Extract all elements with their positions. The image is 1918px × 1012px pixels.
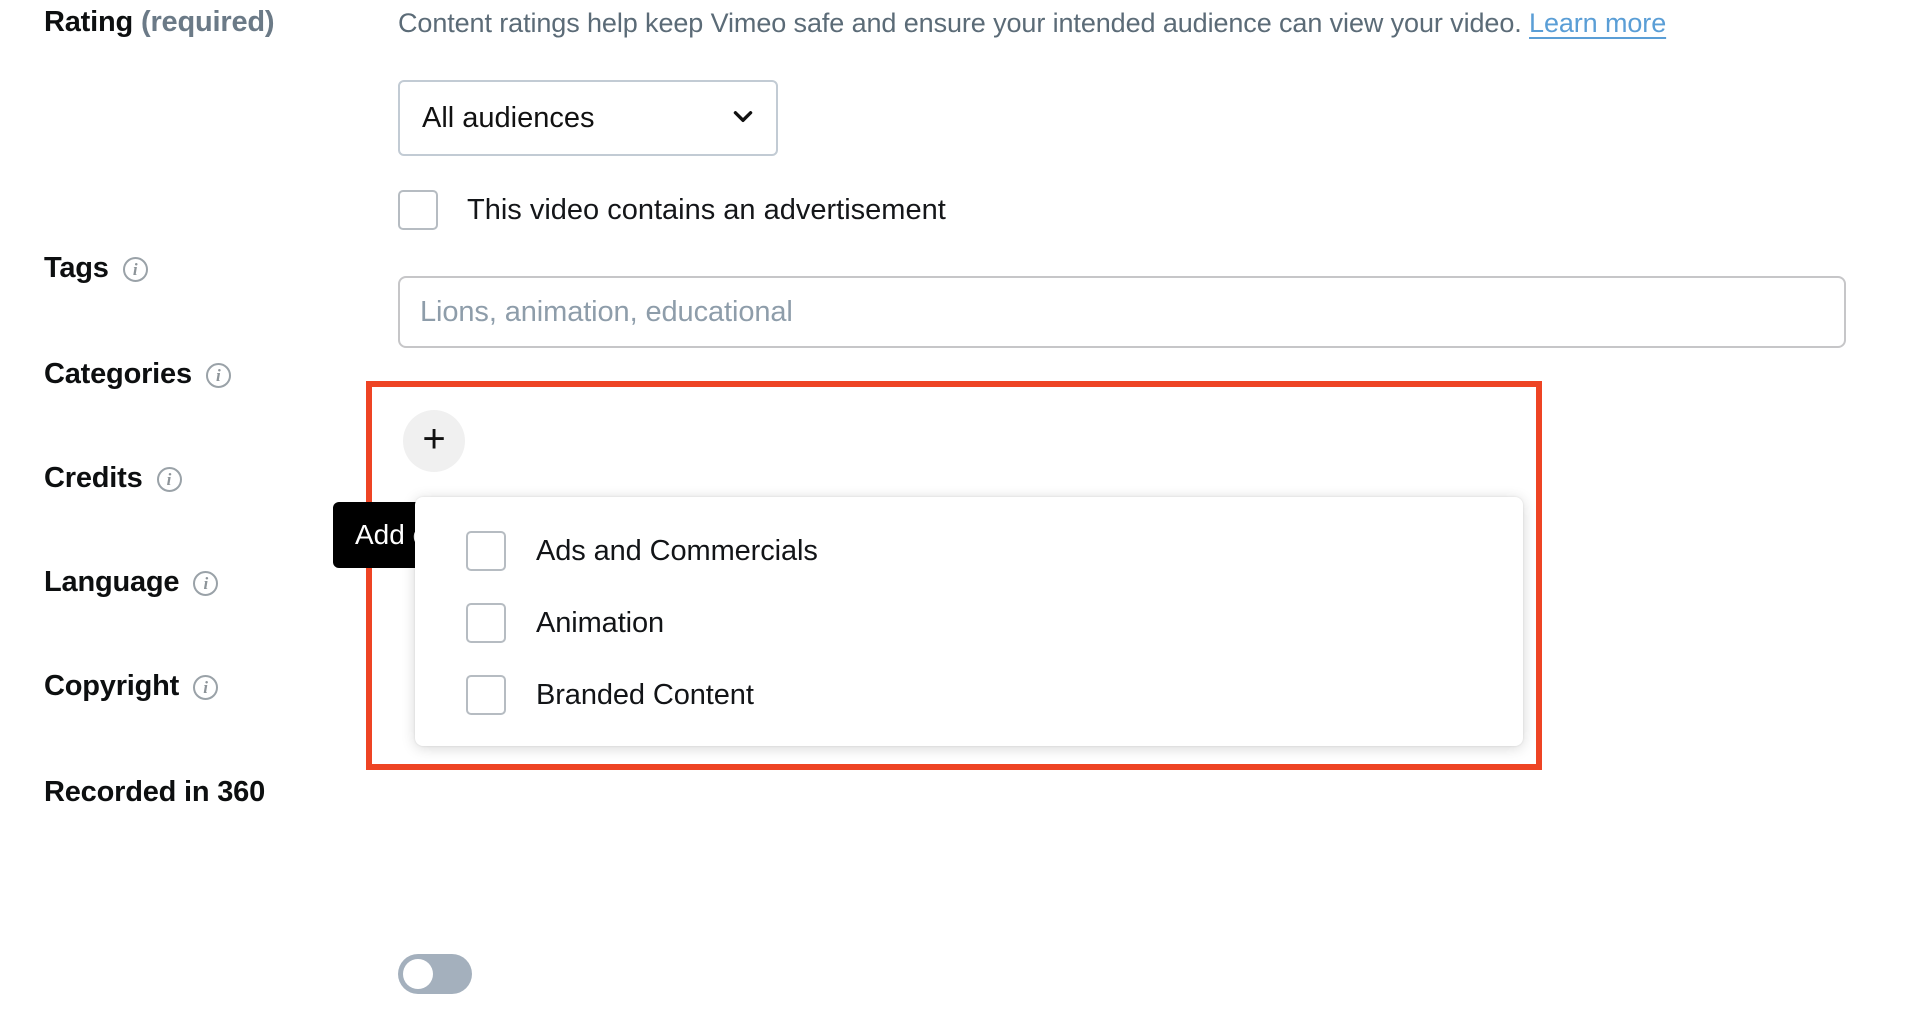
rating-label: Rating bbox=[44, 6, 133, 39]
rating-select[interactable]: All audiences bbox=[398, 80, 778, 156]
language-label-group: Language bbox=[44, 566, 218, 599]
plus-icon: + bbox=[422, 420, 445, 458]
toggle-knob bbox=[403, 959, 433, 989]
categories-dropdown: Ads and Commercials Animation Branded Co… bbox=[415, 497, 1523, 746]
categories-label: Categories bbox=[44, 358, 192, 391]
learn-more-link[interactable]: Learn more bbox=[1529, 8, 1666, 38]
category-checkbox[interactable] bbox=[466, 531, 506, 571]
add-category-button[interactable]: + bbox=[403, 410, 465, 472]
info-icon[interactable] bbox=[193, 571, 218, 596]
chevron-down-icon bbox=[730, 103, 756, 129]
recorded-360-label-group: Recorded in 360 bbox=[44, 776, 265, 809]
credits-label-group: Credits bbox=[44, 462, 182, 495]
tags-input[interactable]: Lions, animation, educational bbox=[398, 276, 1846, 348]
category-checkbox[interactable] bbox=[466, 675, 506, 715]
copyright-label: Copyright bbox=[44, 670, 179, 703]
category-label: Branded Content bbox=[536, 679, 754, 712]
tags-label-group: Tags bbox=[44, 252, 148, 285]
language-label: Language bbox=[44, 566, 179, 599]
credits-label: Credits bbox=[44, 462, 143, 495]
tags-placeholder: Lions, animation, educational bbox=[420, 296, 793, 329]
rating-description: Content ratings help keep Vimeo safe and… bbox=[398, 8, 1666, 39]
tags-label: Tags bbox=[44, 252, 109, 285]
info-icon[interactable] bbox=[193, 675, 218, 700]
category-label: Animation bbox=[536, 607, 664, 640]
rating-description-text: Content ratings help keep Vimeo safe and… bbox=[398, 8, 1522, 38]
category-label: Ads and Commercials bbox=[536, 535, 818, 568]
info-icon[interactable] bbox=[123, 257, 148, 282]
advertisement-checkbox[interactable] bbox=[398, 190, 438, 230]
info-icon[interactable] bbox=[206, 363, 231, 388]
rating-select-value: All audiences bbox=[422, 102, 730, 135]
info-icon[interactable] bbox=[157, 467, 182, 492]
list-item[interactable]: Animation bbox=[415, 587, 1523, 659]
recorded-360-label: Recorded in 360 bbox=[44, 776, 265, 809]
video-settings-panel: Rating (required) Content ratings help k… bbox=[0, 0, 1918, 1012]
rating-required-tag: (required) bbox=[141, 6, 274, 39]
recorded-360-toggle[interactable] bbox=[398, 954, 472, 994]
list-item[interactable]: Branded Content bbox=[415, 659, 1523, 731]
list-item[interactable]: Comedy bbox=[415, 731, 1523, 746]
categories-label-group: Categories bbox=[44, 358, 231, 391]
advertisement-row: This video contains an advertisement bbox=[398, 190, 946, 230]
copyright-label-group: Copyright bbox=[44, 670, 218, 703]
list-item[interactable]: Ads and Commercials bbox=[415, 515, 1523, 587]
advertisement-label: This video contains an advertisement bbox=[467, 194, 946, 227]
rating-label-group: Rating (required) bbox=[44, 6, 274, 39]
category-checkbox[interactable] bbox=[466, 603, 506, 643]
